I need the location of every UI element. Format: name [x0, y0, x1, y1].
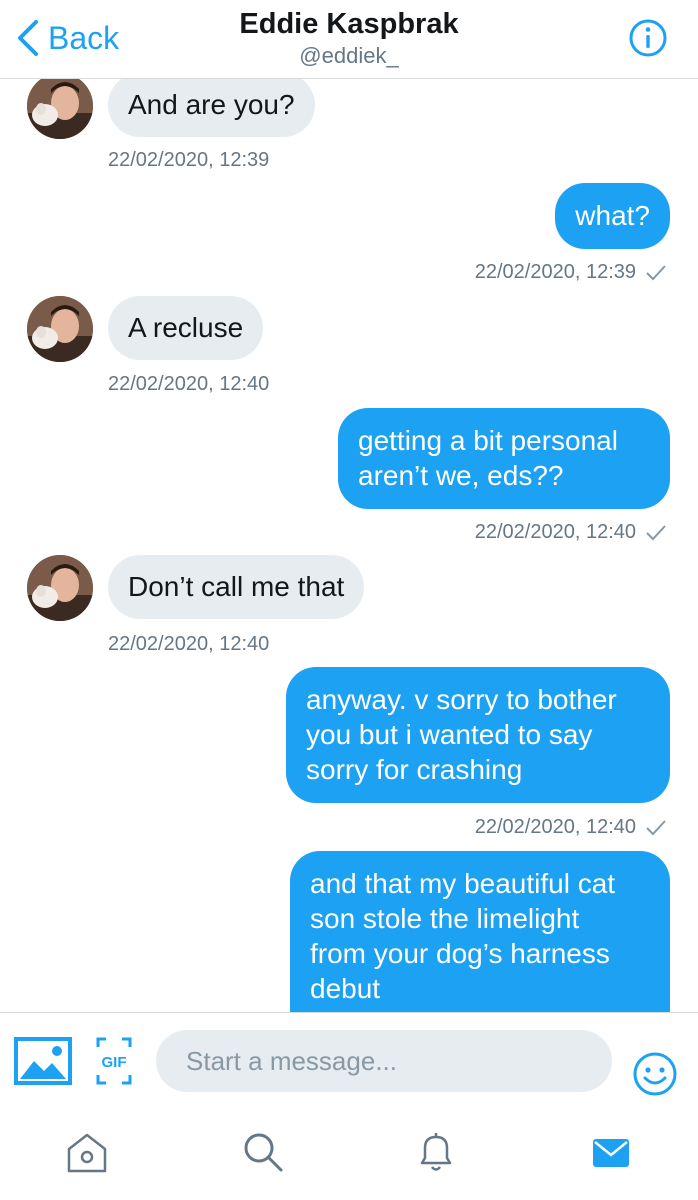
gif-icon[interactable]: GIF	[96, 1037, 132, 1085]
gif-label: GIF	[102, 1054, 127, 1071]
search-icon[interactable]	[240, 1129, 286, 1175]
message-status-row: 22/02/2020, 12:39	[475, 260, 668, 284]
sent-check-icon	[646, 525, 666, 541]
message-timestamp: 22/02/2020, 12:40	[474, 521, 636, 543]
avatar[interactable]	[27, 555, 93, 621]
message-input[interactable]	[156, 1030, 612, 1092]
message-composer: GIF	[0, 1012, 698, 1110]
avatar-image	[27, 296, 93, 362]
conversation-header: Back Eddie Kaspbrak @eddiek_	[0, 0, 698, 79]
message-status-row: 22/02/2020, 12:40	[475, 520, 668, 544]
conversation-title-block[interactable]: Eddie Kaspbrak @eddiek_	[0, 6, 698, 70]
message-bubble-incoming[interactable]: Don’t call me that	[108, 555, 365, 619]
message-status-row: 22/02/2020, 12:40	[475, 815, 668, 839]
message-list[interactable]: And are you? 22/02/2020, 12:39 what? 22/…	[0, 0, 698, 1012]
message-bubble-outgoing[interactable]: what?	[555, 183, 670, 249]
bottom-tab-bar	[0, 1109, 698, 1200]
avatar[interactable]	[27, 296, 93, 362]
avatar-image	[27, 555, 93, 621]
message-timestamp: 22/02/2020, 12:39	[108, 149, 270, 171]
emoji-icon[interactable]	[632, 1051, 678, 1097]
message-bubble-outgoing[interactable]: anyway. v sorry to bother you but i want…	[286, 667, 670, 803]
message-timestamp: 22/02/2020, 12:40	[108, 373, 270, 395]
message-timestamp: 22/02/2020, 12:40	[108, 633, 270, 655]
message-bubble-incoming[interactable]: A recluse	[108, 296, 264, 360]
home-icon[interactable]	[64, 1129, 110, 1175]
message-bubble-outgoing[interactable]: and that my beautiful cat son stole the …	[290, 851, 670, 1012]
avatar[interactable]	[27, 73, 93, 139]
conversation-handle: @eddiek_	[299, 43, 399, 68]
message-bubble-outgoing[interactable]: getting a bit personal aren’t we, eds??	[338, 408, 670, 509]
messages-icon[interactable]	[588, 1129, 634, 1175]
conversation-title: Eddie Kaspbrak	[239, 8, 459, 40]
sent-check-icon	[646, 265, 666, 281]
notifications-icon[interactable]	[413, 1129, 459, 1175]
sent-check-icon	[646, 820, 666, 836]
avatar-image	[27, 73, 93, 139]
info-icon[interactable]	[628, 18, 668, 58]
image-icon[interactable]	[14, 1037, 72, 1085]
message-timestamp: 22/02/2020, 12:40	[474, 816, 636, 838]
message-bubble-incoming[interactable]: And are you?	[108, 73, 315, 137]
dm-screen: And are you? 22/02/2020, 12:39 what? 22/…	[0, 0, 698, 1200]
message-timestamp: 22/02/2020, 12:39	[474, 261, 636, 283]
